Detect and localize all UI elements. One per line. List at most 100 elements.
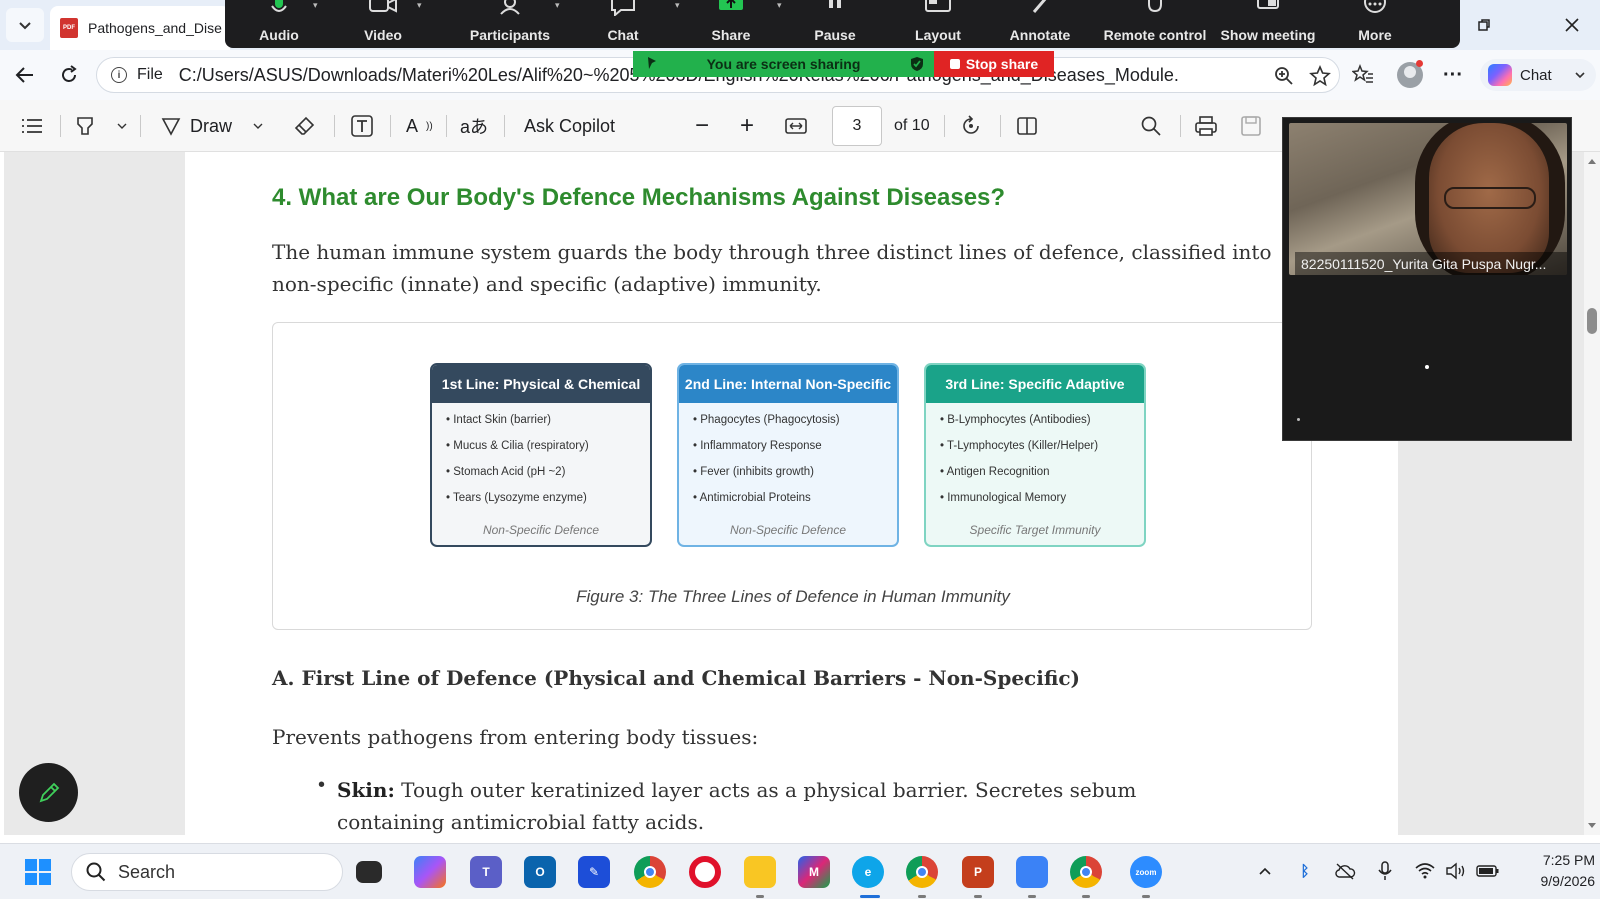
show-hidden-icons-icon[interactable] [1252, 858, 1278, 884]
zoom-share-button[interactable]: Share [701, 0, 761, 48]
zoom-more-button[interactable]: More [1350, 0, 1400, 48]
card-footer: Non-Specific Defence [729, 523, 847, 537]
fit-to-width-icon[interactable] [784, 112, 808, 140]
battery-icon[interactable] [1475, 858, 1501, 884]
page-view-icon[interactable] [1016, 112, 1038, 140]
zoom-remote-control-button[interactable]: Remote control [1100, 0, 1210, 48]
file-explorer-icon[interactable] [744, 856, 776, 888]
scrollbar-thumb[interactable] [1587, 308, 1597, 334]
pdf-file-icon: PDF [60, 18, 78, 38]
task-view-icon[interactable] [356, 861, 382, 883]
page-number-input[interactable]: 3 [832, 106, 882, 146]
zoom-pause-button[interactable]: Pause [805, 0, 865, 48]
zoom-chat-button[interactable]: Chat [593, 0, 653, 48]
opera-app-icon[interactable] [689, 856, 721, 888]
add-text-icon[interactable] [350, 112, 374, 140]
annotation-pen-fab[interactable] [19, 763, 78, 822]
card-item: • Phagocytes (Phagocytosis) [693, 414, 840, 426]
draw-tool-button[interactable]: Draw [160, 112, 264, 140]
favorites-list-icon [1352, 64, 1373, 83]
card-title: 1st Line: Physical & Chemical [432, 365, 650, 403]
taskbar-search-placeholder: Search [118, 861, 176, 882]
mouse-icon [1148, 0, 1162, 13]
zoom-participants-button[interactable]: Participants [455, 0, 565, 48]
card-item-list: • B-Lymphocytes (Antibodies) • T-Lymphoc… [926, 403, 1144, 515]
scroll-down-icon[interactable] [1584, 819, 1600, 833]
settings-more-icon[interactable]: ··· [1436, 58, 1470, 92]
copilot-chat-button[interactable]: Chat [1480, 59, 1596, 91]
zoom-page-icon[interactable] [1273, 65, 1295, 87]
favorite-star-icon[interactable] [1309, 65, 1331, 87]
card-item-list: • Intact Skin (barrier) • Mucus & Cilia … [432, 403, 650, 515]
zoom-app-icon[interactable]: zoom [1130, 856, 1162, 888]
chrome-profile-icon[interactable] [906, 856, 938, 888]
tab-actions-menu-button[interactable] [6, 8, 44, 42]
card-item: • T-Lymphocytes (Killer/Helper) [940, 440, 1099, 452]
bluetooth-icon[interactable]: ᛒ [1292, 858, 1318, 884]
pdf-page: 4. What are Our Body's Defence Mechanism… [185, 152, 1398, 835]
stop-share-button[interactable]: Stop share [934, 51, 1054, 77]
figure-container: 1st Line: Physical & Chemical • Intact S… [272, 322, 1312, 630]
vertical-scrollbar[interactable] [1584, 152, 1600, 835]
section-heading: 4. What are Our Body's Defence Mechanism… [272, 184, 1006, 211]
highlight-tool-button[interactable] [74, 112, 128, 140]
restore-window-icon[interactable] [1464, 8, 1504, 42]
photos-app-icon[interactable] [1016, 856, 1048, 888]
powerpoint-app-icon[interactable]: P [962, 856, 994, 888]
participant-camera-feed: 82250111520_Yurita Gita Puspa Nugr... [1289, 123, 1567, 275]
zoom-video-button[interactable]: Video [353, 0, 413, 48]
close-window-icon[interactable] [1552, 8, 1592, 42]
eraser-icon[interactable] [294, 112, 316, 140]
zoom-out-icon[interactable]: − [695, 112, 709, 140]
cloud-offline-icon[interactable] [1332, 858, 1358, 884]
favorites-button[interactable] [1346, 58, 1380, 92]
video-camera-icon [369, 0, 397, 13]
volume-icon[interactable] [1443, 858, 1469, 884]
video-indicator-dot [1297, 418, 1300, 421]
defence-card-third-line: 3rd Line: Specific Adaptive • B-Lymphocy… [924, 363, 1146, 547]
taskbar-search[interactable]: Search [71, 853, 343, 891]
zoom-annotate-button[interactable]: Annotate [1005, 0, 1075, 48]
microphone-tray-icon[interactable] [1372, 858, 1398, 884]
browser-tab-pdf[interactable]: PDF Pathogens_and_Dise [50, 6, 230, 50]
zoom-chat-label: Chat [607, 27, 639, 43]
chevron-down-icon [19, 22, 31, 30]
chevron-down-icon [117, 123, 127, 129]
print-icon[interactable] [1194, 112, 1218, 140]
read-aloud-icon[interactable]: A)) [406, 112, 433, 140]
outlook-app-icon[interactable]: O [524, 856, 556, 888]
save-icon[interactable] [1240, 112, 1262, 140]
chrome-app-icon[interactable] [634, 856, 666, 888]
edit-app-icon[interactable]: ✎ [578, 856, 610, 888]
bullet-term: Skin: [337, 778, 395, 802]
zoom-participants-label: Participants [469, 27, 551, 43]
zoom-in-icon[interactable]: + [740, 112, 754, 140]
video-indicator-dot [1425, 365, 1429, 369]
scroll-up-icon[interactable] [1584, 154, 1600, 168]
zoom-show-meeting-button[interactable]: Show meeting [1218, 0, 1318, 48]
back-arrow-icon [15, 67, 33, 83]
rotate-icon[interactable] [960, 112, 982, 140]
wifi-icon[interactable] [1412, 858, 1438, 884]
chrome-profile-k-icon[interactable] [1070, 856, 1102, 888]
copilot-app-icon[interactable] [414, 856, 446, 888]
m365-app-icon[interactable]: M [798, 856, 830, 888]
teams-app-icon[interactable]: T [470, 856, 502, 888]
participant-video-tile[interactable]: 82250111520_Yurita Gita Puspa Nugr... [1282, 117, 1572, 441]
find-search-icon[interactable] [1140, 112, 1162, 140]
card-item: • Inflammatory Response [693, 440, 822, 452]
back-button[interactable] [8, 58, 42, 92]
windows-start-icon[interactable] [22, 856, 54, 888]
edge-app-icon[interactable]: e [852, 856, 884, 888]
reload-button[interactable] [52, 58, 86, 92]
system-clock[interactable]: 7:25 PM 9/9/2026 [1505, 850, 1596, 892]
sharing-pin-icon [648, 57, 656, 69]
zoom-layout-button[interactable]: Layout [908, 0, 968, 48]
zoom-show-meeting-label: Show meeting [1220, 27, 1316, 43]
translate-icon[interactable]: aあ [460, 112, 488, 140]
info-icon[interactable]: i [111, 67, 127, 83]
zoom-audio-button[interactable]: Audio [249, 0, 309, 48]
zoom-annotate-label: Annotate [1009, 27, 1071, 43]
table-of-contents-icon[interactable] [20, 112, 44, 140]
ask-copilot-button[interactable]: Ask Copilot [524, 112, 615, 140]
